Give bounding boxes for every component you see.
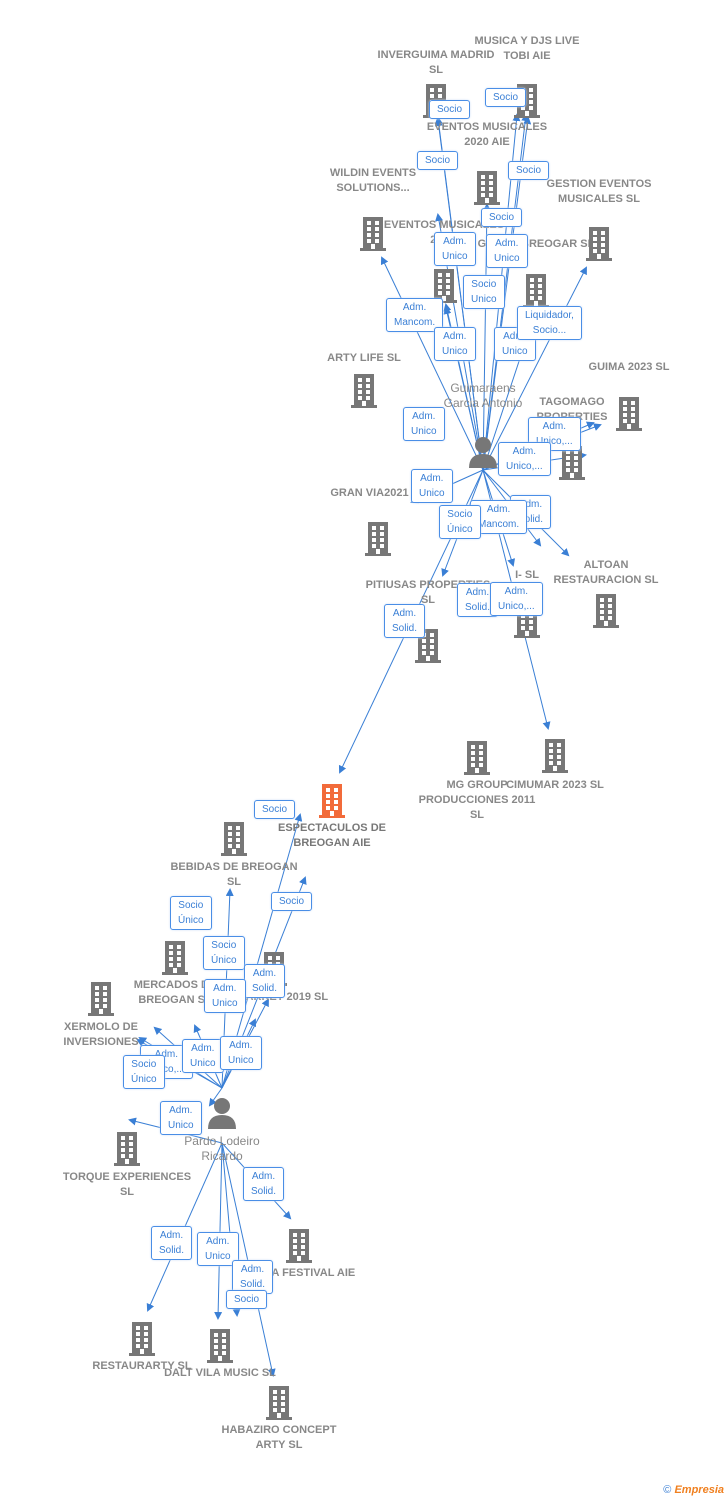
building-icon[interactable] [460,739,494,775]
person-name[interactable]: Pardo Lodeiro Ricardo [182,1134,262,1164]
relation-label[interactable]: Adm. Unico,... [498,442,551,476]
relation-label[interactable]: Adm. Unico,... [490,582,543,616]
relation-label[interactable]: Socio Único [170,896,212,930]
building-icon[interactable] [217,820,251,856]
company-label[interactable]: CIMUMAR 2023 SL [490,778,620,793]
relation-label[interactable]: Socio [481,208,523,227]
relation-label[interactable]: Socio Único [439,505,481,539]
company-label[interactable]: HABAZIRO CONCEPT ARTY SL [214,1423,344,1453]
relation-label[interactable]: Adm. Unico [220,1036,262,1070]
relation-label[interactable]: Adm. Solid. [244,964,286,998]
company-label[interactable]: DALT VILA MUSIC SL [155,1366,285,1381]
company-name[interactable]: DALT VILA MUSIC SL [155,1366,285,1381]
company-name[interactable]: WILDIN EVENTS SOLUTIONS... [308,166,438,196]
watermark: © Empresia [663,1484,724,1496]
relation-label[interactable]: Adm. Unico [204,979,246,1013]
company-name[interactable]: GESTION EVENTOS MUSICALES SL [534,177,664,207]
building-icon[interactable] [282,1227,316,1263]
edge-line [214,1142,223,1320]
company-name[interactable]: ARTY LIFE SL [299,351,429,366]
person-name[interactable]: Guimaraens Garcia Antonio [443,381,523,411]
relation-label[interactable]: Adm. Unico [434,232,476,266]
relation-label[interactable]: Socio [271,892,313,911]
relation-label[interactable]: Adm. Solid. [384,604,426,638]
company-label[interactable]: TORQUE EXPERIENCES SL [62,1170,192,1200]
building-icon[interactable] [519,272,553,308]
company-label[interactable]: GESTION EVENTOS MUSICALES SL [534,177,664,207]
building-icon[interactable] [203,1327,237,1363]
building-icon[interactable] [470,169,504,205]
building-icon[interactable] [582,225,616,261]
relation-label[interactable]: Socio [226,1290,268,1309]
focus-company-building-icon[interactable] [315,782,349,818]
company-label[interactable]: WILDIN EVENTS SOLUTIONS... [308,166,438,196]
company-name[interactable]: HABAZIRO CONCEPT ARTY SL [214,1423,344,1453]
company-label[interactable]: GUIMA 2023 SL [564,360,694,375]
building-icon[interactable] [110,1130,144,1166]
company-name[interactable]: ESPECTACULOS DE BREOGAN AIE [267,821,397,851]
company-label[interactable]: BEBIDAS DE BREOGAN SL [169,860,299,890]
relation-label[interactable]: Adm. Unico [434,327,476,361]
relation-label[interactable]: Adm. Solid. [243,1167,285,1201]
relation-label[interactable]: Socio [429,100,471,119]
building-icon[interactable] [347,372,381,408]
relation-label[interactable]: Adm. Solid. [151,1226,193,1260]
company-name[interactable]: EVENTOS MUSICALES 2020 AIE [422,120,552,150]
company-label[interactable]: EVENTOS MUSICALES 2020 AIE [422,120,552,150]
relation-label[interactable]: Adm. Solid. [232,1260,274,1294]
company-label[interactable]: I- SL [462,568,592,583]
relation-label[interactable]: Socio Unico [463,275,505,309]
relation-label[interactable]: Socio Único [123,1055,165,1089]
building-icon[interactable] [262,1384,296,1420]
building-icon[interactable] [84,980,118,1016]
company-label[interactable]: ARTY LIFE SL [299,351,429,366]
building-icon[interactable] [589,592,623,628]
relation-label[interactable]: Socio Único [203,936,245,970]
company-name[interactable]: TORQUE EXPERIENCES SL [62,1170,192,1200]
company-name[interactable]: BEBIDAS DE BREOGAN SL [169,860,299,890]
relation-label[interactable]: Adm. Unico [403,407,445,441]
company-label[interactable]: MUSICA Y DJS LIVE TOBI AIE [462,34,592,64]
company-name[interactable]: MUSICA Y DJS LIVE TOBI AIE [462,34,592,64]
company-label[interactable]: ESPECTACULOS DE BREOGAN AIE [267,821,397,851]
person-icon[interactable] [205,1095,239,1131]
building-icon[interactable] [361,520,395,556]
relation-label[interactable]: Socio [508,161,550,180]
relation-label[interactable]: Socio [417,151,459,170]
relation-label[interactable]: Adm. Unico [411,469,453,503]
relation-label[interactable]: Adm. Unico [182,1039,224,1073]
relation-label[interactable]: Adm. Unico [486,234,528,268]
company-name[interactable]: GUIMA 2023 SL [564,360,694,375]
person-icon[interactable] [466,434,500,470]
relation-label[interactable]: Socio [254,800,296,819]
building-icon[interactable] [125,1320,159,1356]
relation-label[interactable]: Adm. Unico [160,1101,202,1135]
building-icon[interactable] [538,737,572,773]
building-icon[interactable] [158,939,192,975]
company-name[interactable]: CIMUMAR 2023 SL [490,778,620,793]
company-name[interactable]: I- SL [462,568,592,583]
relation-label[interactable]: Socio [485,88,527,107]
relation-label[interactable]: Liquidador, Socio... [517,306,582,340]
network-diagram: INVERGUIMA MADRID SL MUSICA Y DJS LIVE TO… [0,0,728,1500]
